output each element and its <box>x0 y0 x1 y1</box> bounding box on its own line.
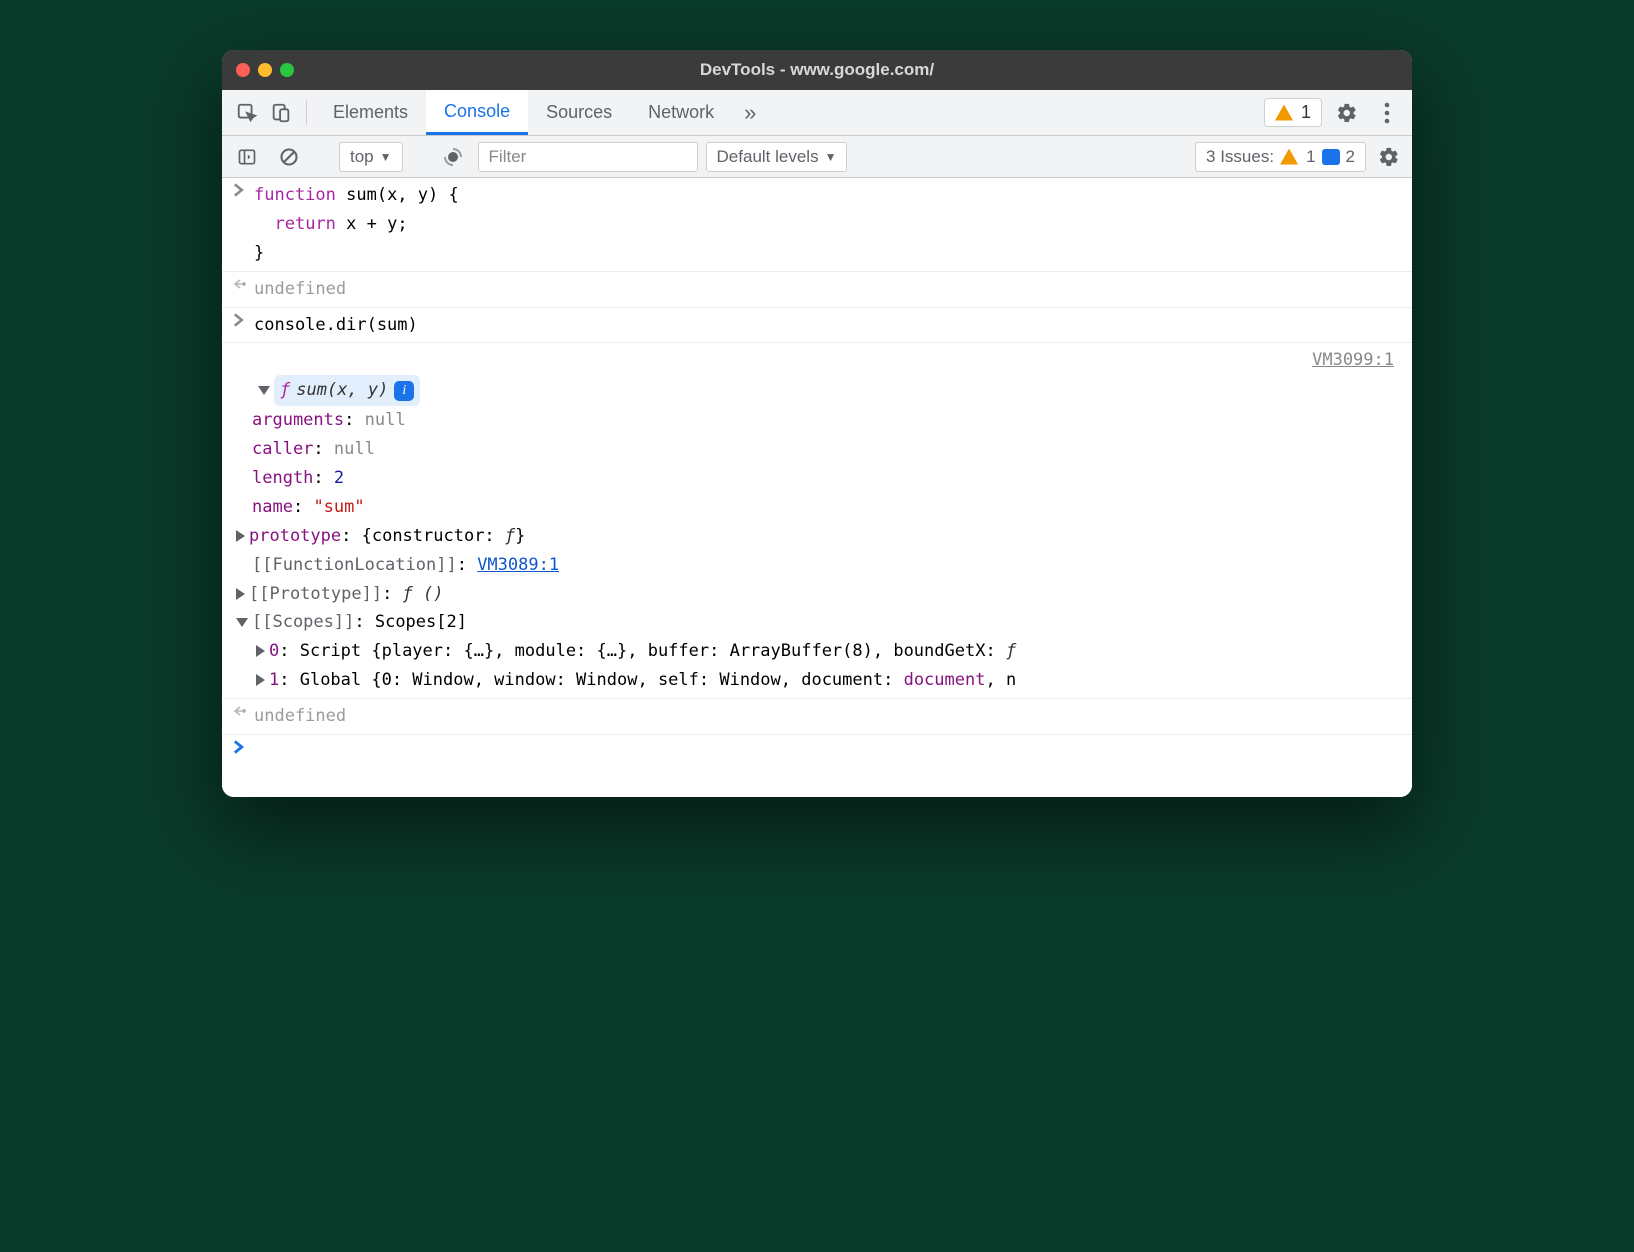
console-prompt-row[interactable] <box>222 735 1412 757</box>
toggle-sidebar-icon[interactable] <box>230 147 264 167</box>
more-icon[interactable] <box>1372 102 1402 124</box>
window-title: DevTools - www.google.com/ <box>222 60 1412 80</box>
close-window-icon[interactable] <box>236 63 250 77</box>
input-code: console.dir(sum) <box>254 311 1402 340</box>
issues-button[interactable]: 1 <box>1264 98 1322 127</box>
console-input-row: console.dir(sum) <box>222 308 1412 344</box>
tabs-overflow-icon[interactable]: » <box>732 90 768 135</box>
tab-sources[interactable]: Sources <box>528 90 630 135</box>
prop-row[interactable]: prototype: {constructor: ƒ} <box>222 522 525 551</box>
return-icon <box>232 275 254 291</box>
tab-elements[interactable]: Elements <box>315 90 426 135</box>
titlebar: DevTools - www.google.com/ <box>222 50 1412 90</box>
live-expression-icon[interactable] <box>436 145 470 169</box>
dir-root[interactable]: ƒ sum(x, y) i <box>232 375 420 406</box>
return-value: undefined <box>254 275 1402 304</box>
prop-row[interactable]: arguments: null <box>232 406 406 435</box>
console-return-row: undefined <box>222 698 1412 735</box>
console-output: function sum(x, y) { return x + y; } und… <box>222 178 1412 797</box>
return-icon <box>232 702 254 718</box>
inspect-icon[interactable] <box>230 90 264 135</box>
scope-row[interactable]: 1: Global {0: Window, window: Window, se… <box>222 666 1016 695</box>
dropdown-icon: ▼ <box>380 150 392 164</box>
info-icon[interactable]: i <box>394 381 414 401</box>
expand-right-icon[interactable] <box>236 588 245 600</box>
clear-console-icon[interactable] <box>272 147 306 167</box>
tabbar: Elements Console Sources Network » 1 <box>222 90 1412 136</box>
source-link[interactable]: VM3099:1 <box>1312 346 1394 375</box>
levels-selector[interactable]: Default levels ▼ <box>706 142 848 172</box>
prompt-icon <box>232 738 254 754</box>
function-chip[interactable]: ƒ sum(x, y) i <box>274 375 420 406</box>
prop-row[interactable]: [[FunctionLocation]]: VM3089:1 <box>232 551 559 580</box>
console-dir-output: VM3099:1 ƒ sum(x, y) i arguments: null c… <box>222 343 1412 698</box>
issues-summary[interactable]: 3 Issues: 1 2 <box>1195 142 1366 172</box>
return-value: undefined <box>254 702 1402 731</box>
input-prompt-icon <box>232 181 254 197</box>
issues-count: 1 <box>1301 102 1311 123</box>
scope-row[interactable]: 0: Script {player: {…}, module: {…}, buf… <box>222 637 1016 666</box>
console-return-row: undefined <box>222 272 1412 308</box>
zoom-window-icon[interactable] <box>280 63 294 77</box>
expand-down-icon[interactable] <box>236 618 248 627</box>
tab-console[interactable]: Console <box>426 90 528 135</box>
input-code: function sum(x, y) { return x + y; } <box>254 181 1402 268</box>
prop-row[interactable]: [[Prototype]]: ƒ () <box>222 580 444 609</box>
location-link[interactable]: VM3089:1 <box>477 555 559 575</box>
expand-right-icon[interactable] <box>256 674 265 686</box>
context-selector[interactable]: top ▼ <box>339 142 403 172</box>
dropdown-icon: ▼ <box>825 150 837 164</box>
expand-right-icon[interactable] <box>256 645 265 657</box>
window-controls <box>236 63 294 77</box>
console-settings-icon[interactable] <box>1374 146 1404 168</box>
settings-icon[interactable] <box>1332 102 1362 124</box>
prop-row[interactable]: [[Scopes]]: Scopes[2] <box>222 608 467 637</box>
expand-down-icon[interactable] <box>258 386 270 395</box>
devtools-window: DevTools - www.google.com/ Elements Cons… <box>222 50 1412 797</box>
device-toggle-icon[interactable] <box>264 90 298 135</box>
warning-icon <box>1280 149 1298 165</box>
prop-row[interactable]: name: "sum" <box>232 493 365 522</box>
minimize-window-icon[interactable] <box>258 63 272 77</box>
expand-right-icon[interactable] <box>236 530 245 542</box>
input-prompt-icon <box>232 311 254 327</box>
console-toolbar: top ▼ Default levels ▼ 3 Issues: 1 2 <box>222 136 1412 178</box>
prop-row[interactable]: caller: null <box>232 435 375 464</box>
tab-network[interactable]: Network <box>630 90 732 135</box>
console-input-row: function sum(x, y) { return x + y; } <box>222 178 1412 272</box>
prop-row[interactable]: length: 2 <box>232 464 344 493</box>
filter-input[interactable] <box>478 142 698 172</box>
info-icon <box>1322 149 1340 165</box>
warning-icon <box>1275 105 1293 121</box>
